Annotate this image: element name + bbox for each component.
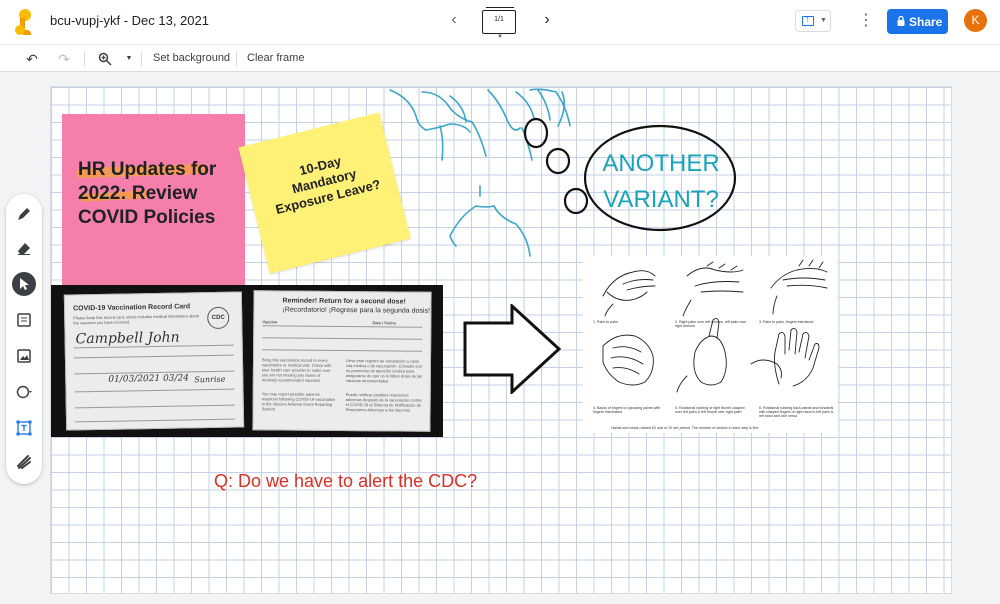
- tool-rail: [6, 194, 42, 484]
- redo-icon[interactable]: ↷: [55, 50, 73, 68]
- thought-bubble-text: ANOTHER VARIANT?: [602, 150, 720, 213]
- undo-icon[interactable]: ↶: [23, 50, 41, 68]
- previous-frame-button[interactable]: ‹: [444, 10, 464, 30]
- lock-icon: [897, 16, 905, 26]
- step-caption: 6. Rotational rubbing back-wards and for…: [759, 406, 834, 418]
- card-paragraph: Puede notificar posibles reacciones adve…: [345, 392, 422, 413]
- sticky-note-icon[interactable]: [12, 308, 36, 332]
- frame-bar-button[interactable]: 1/1: [482, 7, 516, 34]
- share-label: Share: [909, 15, 943, 29]
- handwash-footer: Hands and wrists rubbed 6X and of 10 sec…: [611, 426, 760, 430]
- pink-sticky-note[interactable]: HR Updates for 2022: Review COVID Polici…: [62, 114, 245, 290]
- zoom-icon[interactable]: [96, 50, 114, 68]
- select-pointer-icon[interactable]: [12, 272, 36, 296]
- form-line: [75, 418, 236, 423]
- card-paragraph: Lleve este registro de vacunación a cada…: [345, 358, 423, 384]
- arrow-up-icon: ↑: [805, 14, 810, 24]
- step-caption: 5. Rotational rubbing of right thumb cla…: [675, 406, 745, 414]
- avatar[interactable]: K: [964, 9, 987, 32]
- divider: [236, 51, 237, 67]
- chevron-down-icon: ▼: [497, 34, 503, 40]
- card-paragraph: You may report possible adverse reaction…: [261, 391, 336, 412]
- more-options-button[interactable]: ⋮: [858, 11, 874, 31]
- form-line: [262, 337, 423, 340]
- next-frame-button[interactable]: ›: [537, 10, 557, 30]
- form-line: [74, 388, 235, 393]
- frame-indicator: 1/1: [494, 16, 504, 23]
- note-text: 10-Day Mandatory Exposure Leave?: [273, 153, 383, 218]
- cdc-logo: CDC: [207, 306, 230, 330]
- form-line: [262, 349, 423, 352]
- vaccine-column-header: Vaccine: [262, 319, 278, 325]
- toolbar: ↶ ↷ ▼ Set background Clear frame: [0, 44, 1000, 72]
- step-caption: 2. Right palm over left dorsum, left pal…: [675, 320, 747, 328]
- image-icon[interactable]: [12, 344, 36, 368]
- dose-dates: 01/03/2021 03/24: [108, 373, 190, 385]
- top-bar: bcu-vupj-ykf - Dec 13, 2021 ‹ 1/1 ▼ › ↑ …: [0, 0, 1000, 44]
- jamboard-logo: [15, 9, 31, 35]
- dose-site: Sunrise: [194, 374, 226, 385]
- reminder-title: Reminder! Return for a second dose!: [282, 297, 406, 306]
- form-line: [73, 354, 234, 359]
- card-instructions: Please keep this record card, which incl…: [73, 313, 200, 326]
- eraser-icon[interactable]: [12, 236, 36, 260]
- pen-icon[interactable]: [12, 202, 36, 226]
- laser-icon[interactable]: [12, 450, 36, 474]
- date-column-header: Date / Fecha: [372, 320, 396, 326]
- document-title[interactable]: bcu-vupj-ykf - Dec 13, 2021: [50, 13, 209, 28]
- card-paragraph: Bring this vaccination record to every v…: [261, 357, 332, 383]
- step-caption: 4. Backs of fingers to opposing palms wi…: [593, 406, 661, 414]
- text-box-icon[interactable]: [12, 416, 36, 440]
- share-button[interactable]: Share: [887, 9, 948, 34]
- form-line: [262, 325, 423, 328]
- clear-frame-button[interactable]: Clear frame: [247, 52, 304, 64]
- vaccination-card-image[interactable]: COVID-19 Vaccination Record Card CDC Ple…: [51, 285, 443, 437]
- note-text: HR Updates for 2022: Review COVID Polici…: [78, 159, 217, 228]
- step-caption: 3. Palm to palm, fingers interlaced: [759, 320, 814, 324]
- set-background-button[interactable]: Set background: [153, 52, 230, 64]
- form-line: [74, 404, 235, 409]
- present-button[interactable]: ↑ ▼: [795, 10, 831, 32]
- divider: [141, 51, 142, 67]
- chevron-down-icon: ▼: [820, 17, 827, 24]
- question-text-box[interactable]: Q: Do we have to alert the CDC?: [214, 471, 477, 492]
- chevron-down-icon[interactable]: ▼: [120, 50, 138, 68]
- right-arrow-shape[interactable]: [462, 304, 562, 394]
- circle-shape-icon[interactable]: [12, 380, 36, 404]
- handwashing-steps-image[interactable]: 1. Palm to palm 2. Right palm over left …: [583, 256, 838, 433]
- vaccination-reminder-card: Reminder! Return for a second dose! ¡Rec…: [252, 290, 432, 432]
- vaccination-record-card: COVID-19 Vaccination Record Card CDC Ple…: [63, 291, 245, 431]
- divider: [84, 51, 85, 67]
- card-title: COVID-19 Vaccination Record Card: [73, 303, 191, 313]
- patient-name: Campbell John: [75, 329, 180, 348]
- reminder-subtitle: ¡Recordatorio! ¡Regrese para la segunda …: [282, 306, 430, 315]
- step-caption: 1. Palm to palm: [593, 320, 618, 324]
